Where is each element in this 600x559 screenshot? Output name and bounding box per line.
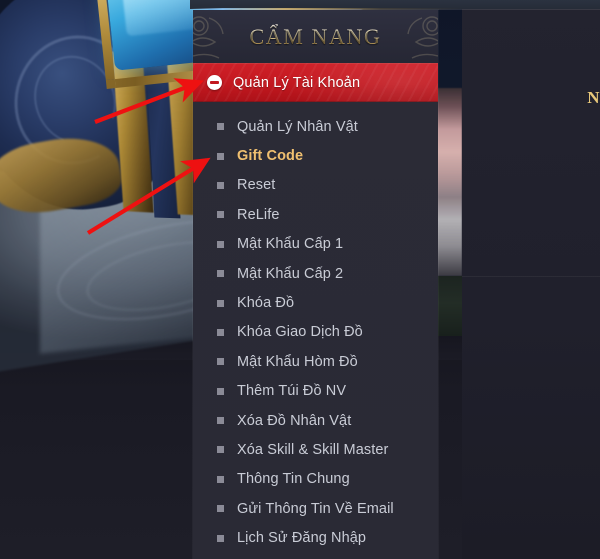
cam-nang-panel: CẨM NANG Quản Lý Tài Khoản Quản Lý Nhân … bbox=[193, 10, 438, 559]
bullet-icon bbox=[217, 446, 224, 454]
artwork-right-strip-lower bbox=[437, 276, 462, 336]
bullet-icon bbox=[217, 475, 224, 483]
bullet-icon bbox=[217, 417, 224, 425]
sidebar-item-label: Khóa Giao Dịch Đồ bbox=[237, 324, 363, 341]
artwork-right-strip bbox=[437, 88, 462, 276]
ornament-left-icon bbox=[193, 16, 224, 59]
sidebar-item-label: ReLife bbox=[237, 206, 280, 223]
bullet-icon bbox=[217, 152, 224, 160]
sidebar-item-mat-khau-cap-1[interactable]: Mật Khẩu Cấp 1 bbox=[193, 230, 438, 259]
sidebar-item-label: Reset bbox=[237, 177, 276, 194]
sidebar-item-khoa-giao-dich-do[interactable]: Khóa Giao Dịch Đồ bbox=[193, 318, 438, 347]
page-title: CẨM NANG bbox=[249, 23, 382, 49]
ornament-right-icon bbox=[407, 16, 438, 59]
bullet-icon bbox=[217, 123, 224, 131]
sidebar-item-khoa-do[interactable]: Khóa Đồ bbox=[193, 288, 438, 317]
bullet-icon bbox=[217, 211, 224, 219]
sidebar-item-them-tui-do-nv[interactable]: Thêm Túi Đồ NV bbox=[193, 377, 438, 406]
sidebar-item-label: Xóa Skill & Skill Master bbox=[237, 441, 389, 458]
bullet-icon bbox=[217, 240, 224, 248]
sidebar-item-label: Mật Khẩu Hòm Đồ bbox=[237, 353, 358, 370]
sidebar-section-account-management[interactable]: Quản Lý Tài Khoản bbox=[193, 63, 438, 102]
sidebar-item-label: Thêm Túi Đồ NV bbox=[237, 383, 347, 400]
sidebar-item-label: Quản Lý Nhân Vật bbox=[237, 118, 358, 135]
sidebar-item-quan-ly-nhan-vat[interactable]: Quản Lý Nhân Vật bbox=[193, 112, 438, 141]
bullet-icon bbox=[217, 358, 224, 366]
sidebar-item-xoa-do-nhan-vat[interactable]: Xóa Đồ Nhân Vật bbox=[193, 406, 438, 435]
bullet-icon bbox=[217, 505, 224, 513]
sidebar-item-label: Thông Tin Chung bbox=[237, 471, 350, 488]
bullet-icon bbox=[217, 534, 224, 542]
page-background-right bbox=[462, 0, 600, 559]
bullet-icon bbox=[217, 299, 224, 307]
sidebar-section-label: Quản Lý Tài Khoản bbox=[233, 74, 361, 91]
bullet-icon bbox=[217, 270, 224, 278]
sidebar-item-label: Xóa Đồ Nhân Vật bbox=[237, 412, 352, 429]
sidebar-item-label: Gửi Thông Tin Về Email bbox=[237, 500, 394, 517]
right-edge-partial-text: N bbox=[587, 88, 600, 107]
minus-circle-icon[interactable] bbox=[207, 75, 222, 90]
panel-header: CẨM NANG bbox=[193, 10, 438, 63]
sidebar-item-label: Mật Khẩu Cấp 1 bbox=[237, 236, 344, 253]
sidebar-item-mat-khau-hom-do[interactable]: Mật Khẩu Hòm Đồ bbox=[193, 347, 438, 376]
sidebar-item-label: Gift Code bbox=[237, 148, 304, 165]
sidebar-item-lich-su-dang-nhap[interactable]: Lịch Sử Đăng Nhập bbox=[193, 523, 438, 552]
sidebar-item-thong-tin-chung[interactable]: Thông Tin Chung bbox=[193, 465, 438, 494]
sidebar-item-reset[interactable]: Reset bbox=[193, 171, 438, 200]
sidebar-item-gui-thong-tin-ve-email[interactable]: Gửi Thông Tin Về Email bbox=[193, 494, 438, 523]
sidebar-item-label: Khóa Đồ bbox=[237, 295, 295, 312]
sidebar-item-relife[interactable]: ReLife bbox=[193, 200, 438, 229]
bullet-icon bbox=[217, 387, 224, 395]
background-divider-line bbox=[462, 276, 600, 277]
bullet-icon bbox=[217, 328, 224, 336]
sidebar-item-gift-code[interactable]: Gift Code bbox=[193, 141, 438, 170]
sidebar-menu-list: Quản Lý Nhân Vật Gift Code Reset ReLife … bbox=[193, 102, 438, 553]
sidebar-item-label: Lịch Sử Đăng Nhập bbox=[237, 530, 367, 547]
sidebar-item-label: Mật Khẩu Cấp 2 bbox=[237, 265, 344, 282]
bullet-icon bbox=[217, 181, 224, 189]
sidebar-item-mat-khau-cap-2[interactable]: Mật Khẩu Cấp 2 bbox=[193, 259, 438, 288]
sidebar-item-xoa-skill-skill-master[interactable]: Xóa Skill & Skill Master bbox=[193, 435, 438, 464]
